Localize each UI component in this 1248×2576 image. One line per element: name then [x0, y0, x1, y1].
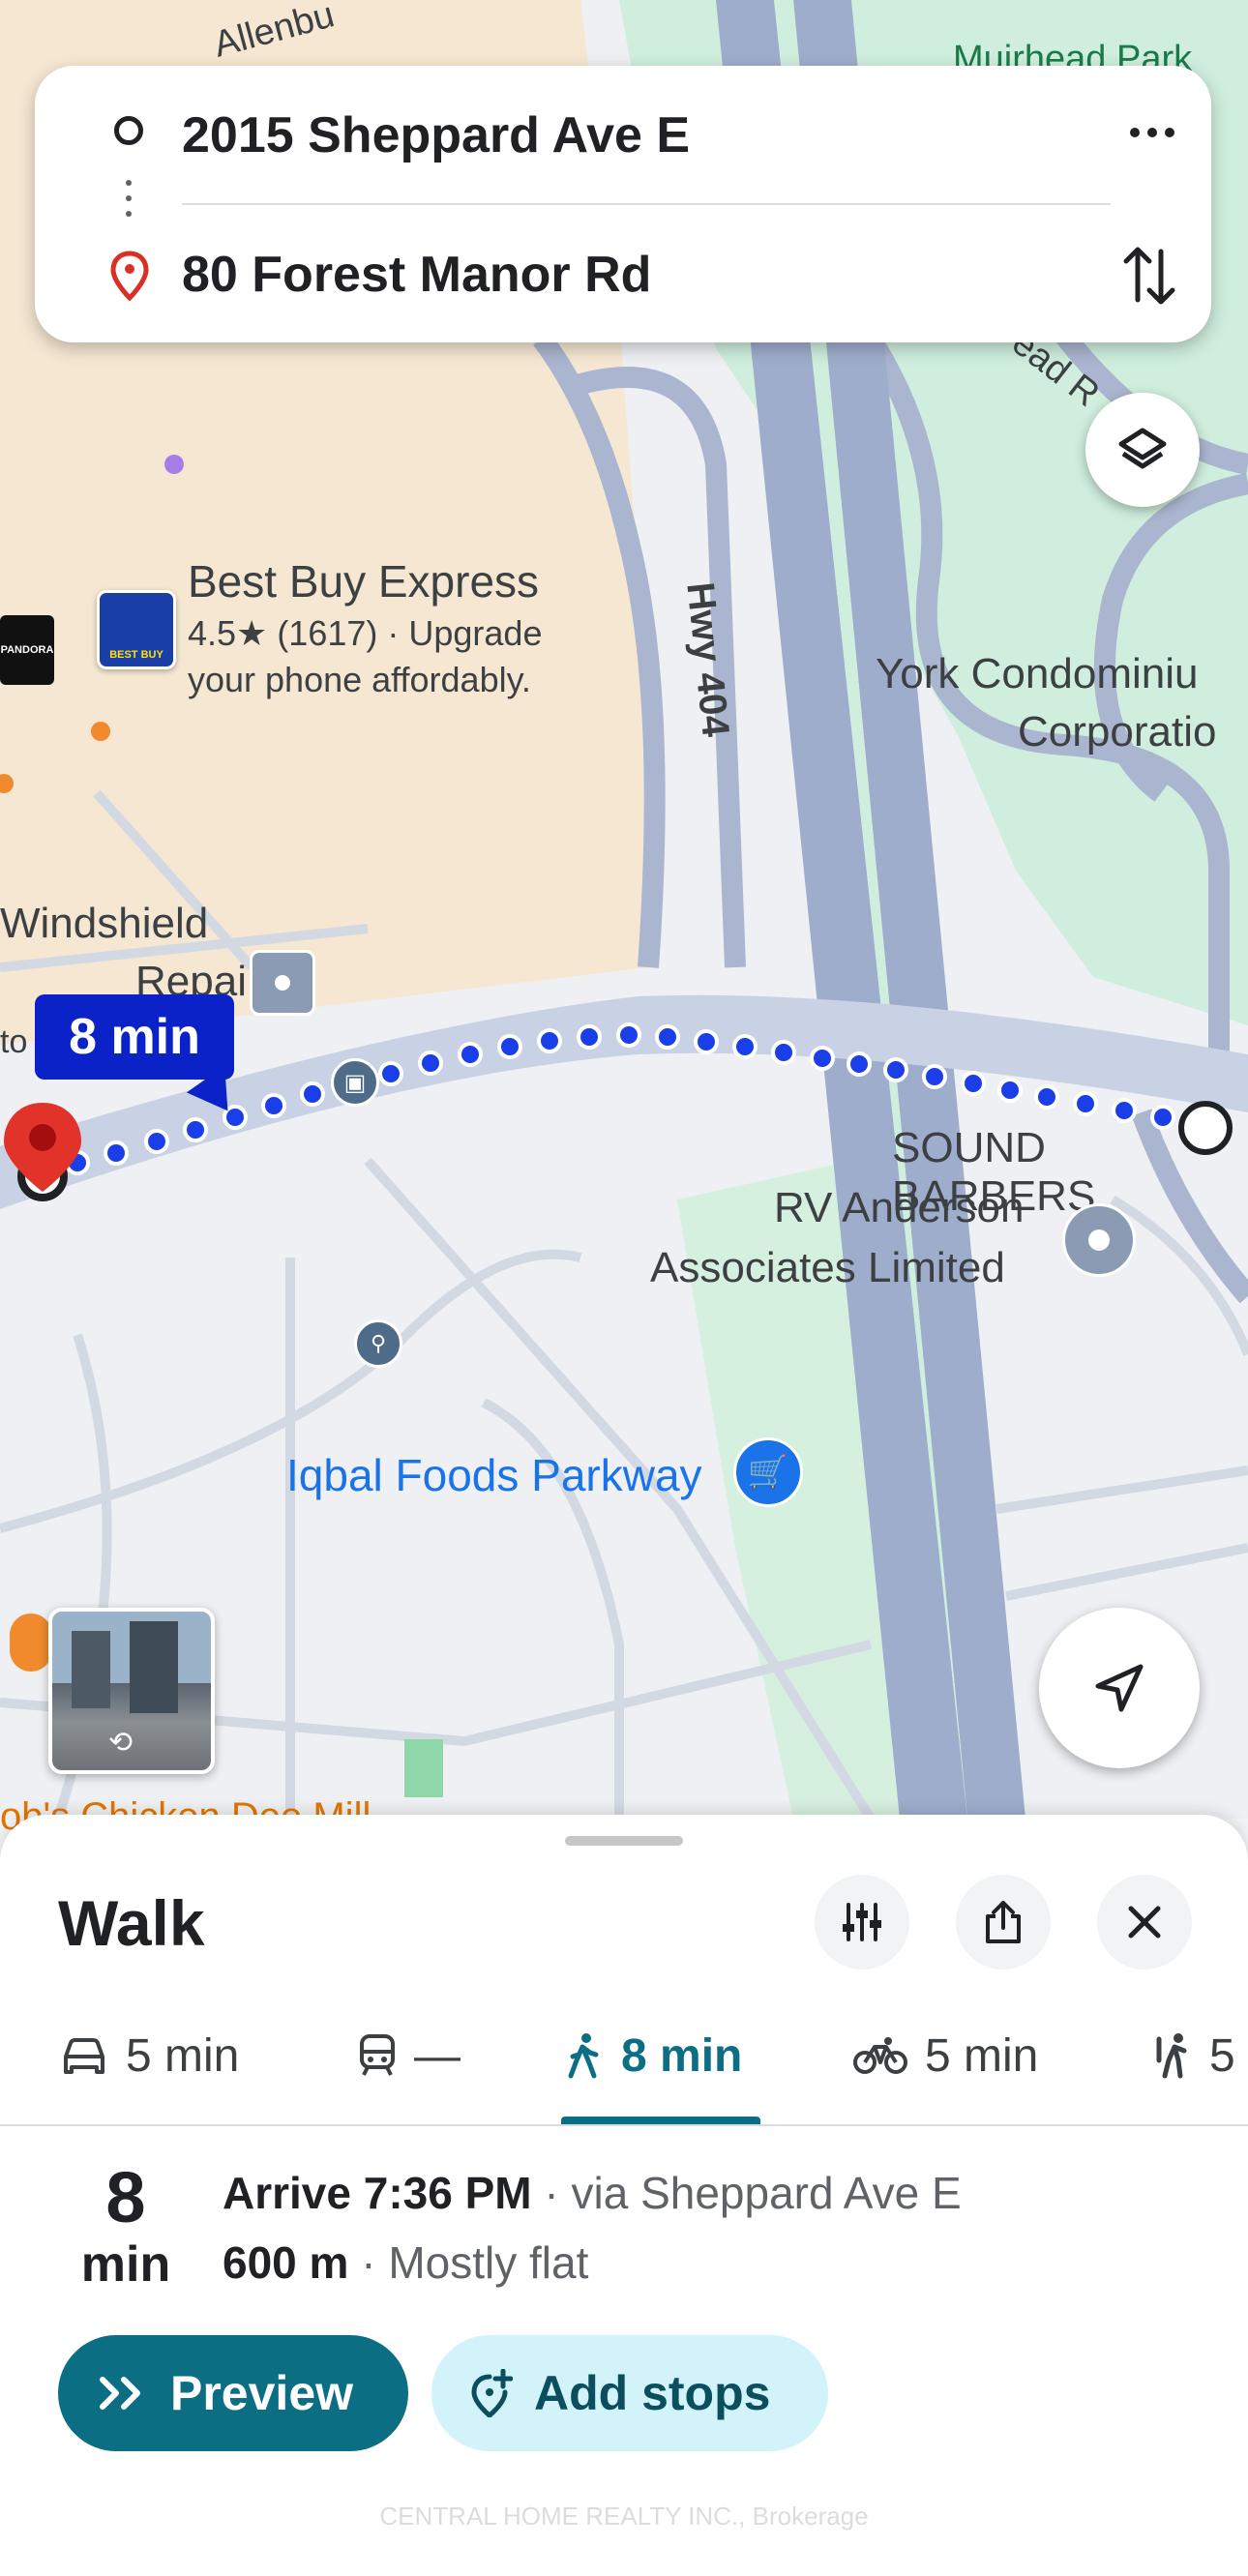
bike-icon — [853, 2037, 907, 2074]
transit-icon — [360, 2034, 395, 2076]
origin-circle-icon — [114, 116, 143, 145]
route-via: · via Sheppard Ave E — [531, 2168, 962, 2218]
poi-pin-icon[interactable] — [1062, 1203, 1136, 1277]
poi-rv-anderson-2: Associates Limited — [650, 1244, 1005, 1291]
street-view-thumbnail[interactable]: ⟲ — [48, 1608, 215, 1774]
selected-tab-indicator — [561, 2117, 760, 2124]
poi-bestbuy-desc: your phone affordably. — [188, 660, 531, 699]
origin-marker-icon[interactable] — [1178, 1101, 1233, 1155]
destination-pin-small-icon — [110, 251, 149, 302]
mode-tab-ride[interactable]: 5 — [1153, 2022, 1235, 2089]
destination-pin-icon[interactable] — [0, 1099, 87, 1225]
sheet-title: Walk — [58, 1887, 205, 1959]
mode-tab-walk[interactable]: 8 min — [565, 2022, 742, 2089]
poi-bestbuy-rating: 4.5★ (1617) · Upgrade — [188, 613, 543, 653]
more-options-button[interactable] — [1118, 108, 1186, 157]
arrival-time: Arrive 7:36 PM — [223, 2168, 532, 2218]
directions-card: 2015 Sheppard Ave E 80 Forest Manor Rd — [35, 66, 1211, 342]
mode-tab-bike[interactable]: 5 min — [853, 2022, 1038, 2089]
tune-icon — [843, 1903, 881, 1941]
duration-block: 8 min — [58, 2157, 193, 2294]
navigation-arrow-icon — [1095, 1664, 1144, 1712]
poi-york-condo-2: Corporatio — [1018, 708, 1217, 755]
route-options-button[interactable] — [815, 1875, 909, 1969]
bike-share-icon[interactable]: ⚲ — [354, 1319, 402, 1368]
distance-line: 600 m · Mostly flat — [223, 2236, 588, 2289]
bestbuy-logo[interactable]: BEST BUY — [97, 590, 176, 669]
bus-stop-icon[interactable]: ▣ — [331, 1058, 379, 1107]
poi-rv-anderson-1: RV Anderson — [774, 1184, 1025, 1231]
add-location-icon — [471, 2369, 513, 2417]
rotate-360-icon: ⟲ — [108, 1727, 134, 1759]
poi-york-condo-1: York Condominiu — [876, 650, 1199, 697]
origin-field[interactable]: 2015 Sheppard Ave E — [182, 106, 690, 164]
ride-icon — [1156, 2033, 1187, 2079]
layers-button[interactable] — [1085, 393, 1200, 507]
close-button[interactable] — [1097, 1875, 1192, 1969]
drag-handle[interactable] — [565, 1836, 683, 1846]
route-terrain: · Mostly flat — [348, 2237, 589, 2288]
divider — [182, 203, 1111, 205]
route-dots-icon — [126, 180, 132, 186]
watermark: CENTRAL HOME REALTY INC., Brokerage — [379, 2502, 869, 2531]
car-icon — [64, 2038, 104, 2074]
mode-tab-drive[interactable]: 5 min — [60, 2022, 239, 2089]
mode-tab-transit[interactable]: — — [358, 2022, 461, 2089]
duration-number: 8 — [105, 2157, 146, 2237]
share-icon — [986, 1901, 1021, 1943]
arrival-line: Arrive 7:36 PM · via Sheppard Ave E — [223, 2167, 962, 2219]
route-distance: 600 m — [223, 2237, 349, 2288]
double-chevron-icon — [100, 2377, 140, 2410]
poi-windshield-1: Windshield — [0, 900, 209, 947]
walk-icon — [568, 2033, 599, 2079]
tabs-divider — [0, 2124, 1248, 2126]
share-button[interactable] — [956, 1875, 1051, 1969]
recenter-button[interactable] — [1039, 1608, 1200, 1768]
poi-orange-marker — [10, 1614, 52, 1672]
poi-bestbuy-name[interactable]: Best Buy Express — [188, 555, 539, 607]
poi-iqbal-foods[interactable]: Iqbal Foods Parkway — [286, 1449, 702, 1501]
preview-button[interactable]: Preview — [58, 2335, 408, 2451]
shopping-cart-icon[interactable]: 🛒 — [733, 1437, 803, 1507]
route-time-badge[interactable]: 8 min — [35, 994, 234, 1080]
add-stops-button[interactable]: Add stops — [431, 2335, 828, 2451]
poi-label-to: to — [0, 1023, 28, 1060]
swap-directions-icon[interactable] — [1118, 242, 1180, 310]
destination-field[interactable]: 80 Forest Manor Rd — [182, 246, 651, 304]
pandora-logo[interactable]: PANDORA — [0, 615, 54, 685]
duration-unit: min — [80, 2236, 171, 2293]
close-icon — [1128, 1906, 1161, 1939]
layers-icon — [1118, 428, 1167, 469]
poi-square-icon[interactable] — [250, 950, 315, 1016]
